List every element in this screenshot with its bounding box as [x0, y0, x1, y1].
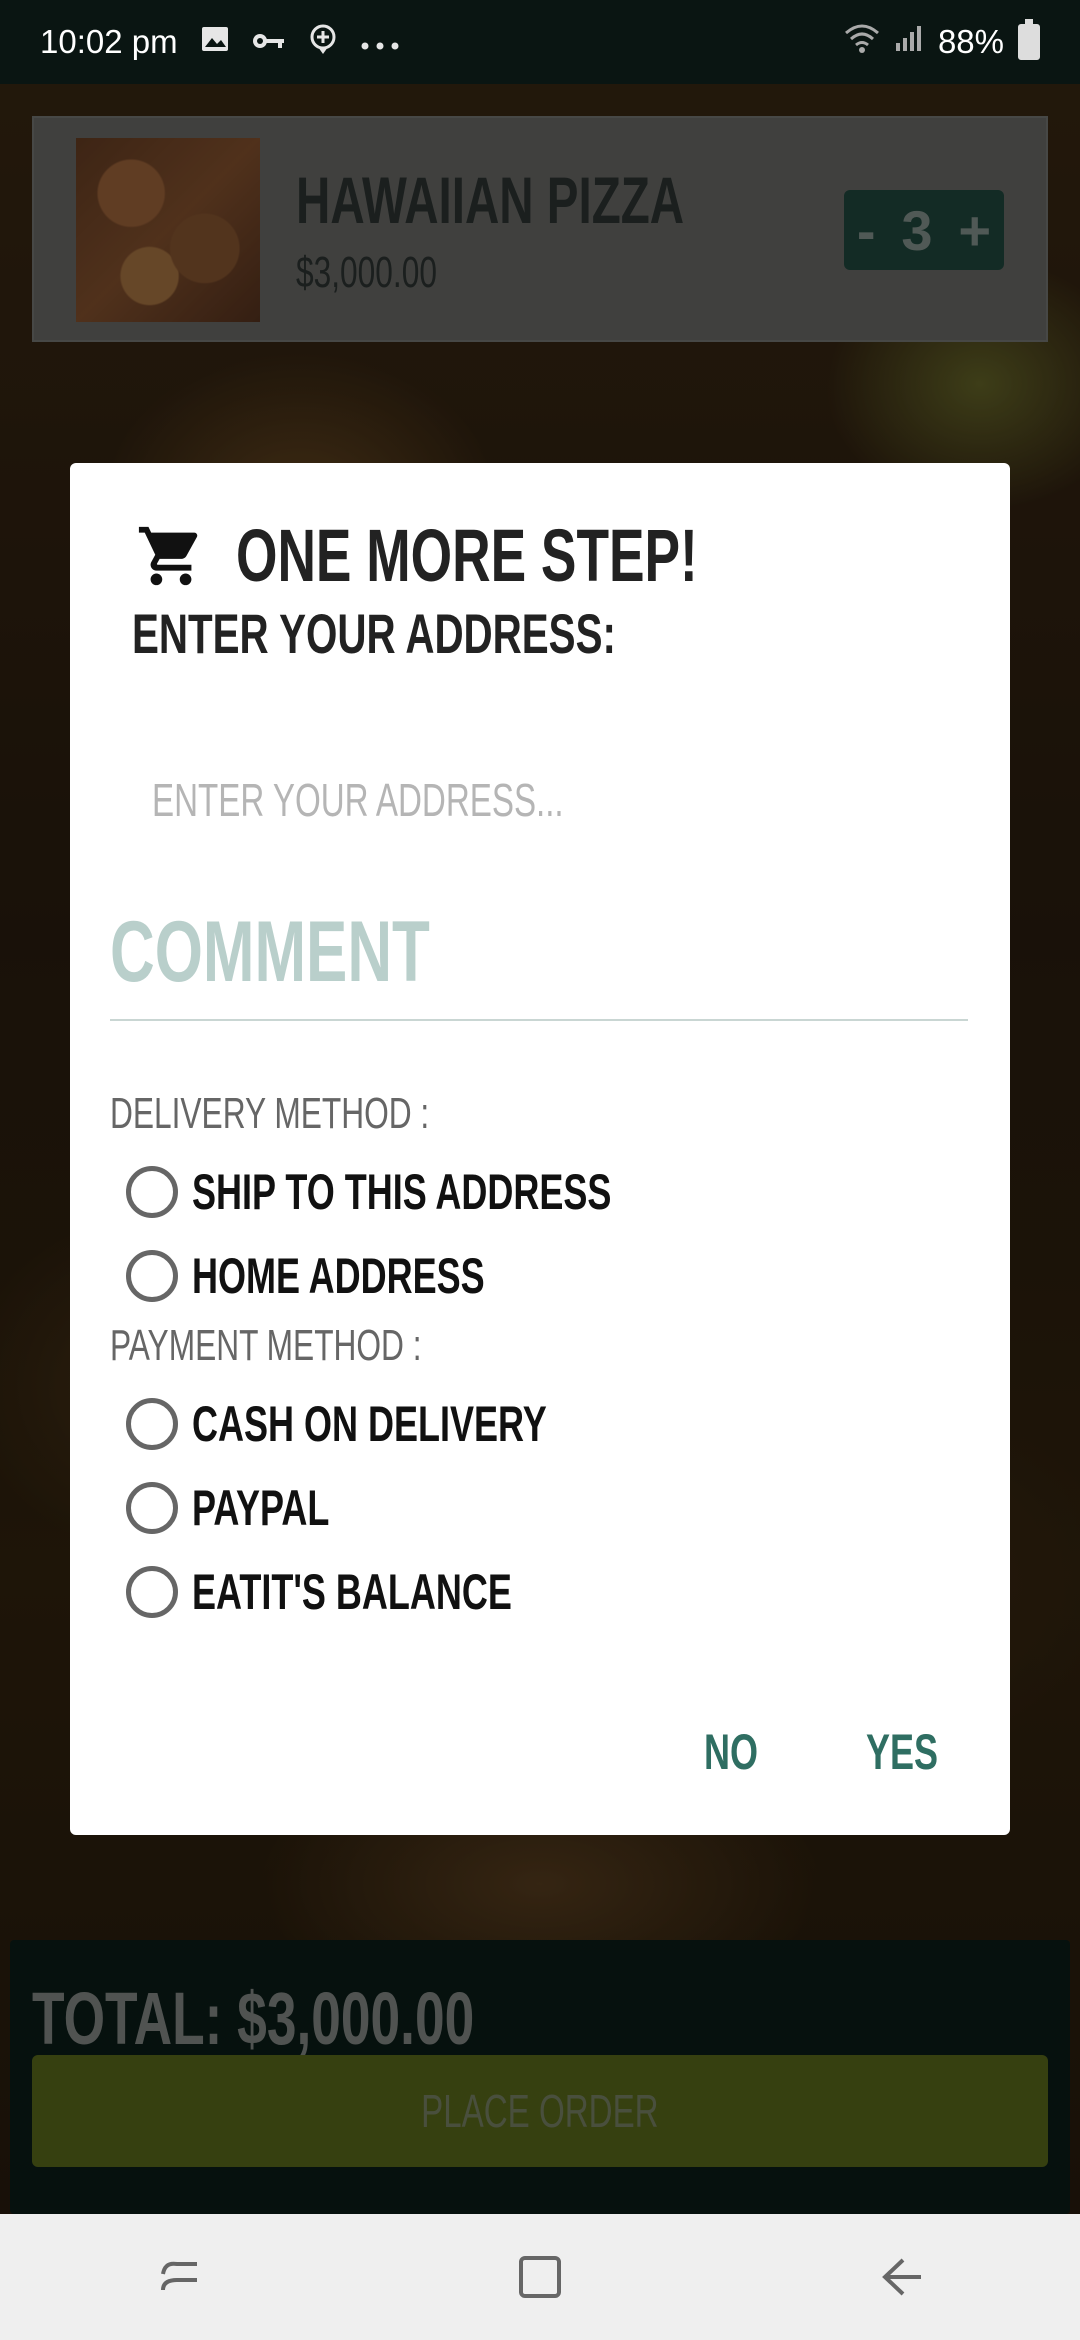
battery-percent: 88% — [937, 23, 1004, 60]
battery-icon — [1018, 19, 1040, 60]
radio-home-address[interactable]: HOME ADDRESS — [126, 1247, 599, 1305]
recents-icon[interactable] — [150, 2247, 210, 2307]
more-dots-icon — [360, 26, 400, 58]
wifi-icon — [844, 23, 880, 61]
no-button[interactable]: NO — [704, 1723, 758, 1781]
radio-ship-to-this-address[interactable]: SHIP TO THIS ADDRESS — [126, 1163, 775, 1221]
radio-eatits-balance[interactable]: EATIT'S BALANCE — [126, 1563, 636, 1621]
image-icon — [200, 25, 230, 60]
radio-paypal[interactable]: PAYPAL — [126, 1479, 383, 1537]
radio-button[interactable] — [126, 1398, 178, 1450]
cart-icon — [136, 521, 206, 591]
status-bar: 10:02 pm 88% — [0, 0, 1080, 84]
radio-button[interactable] — [126, 1250, 178, 1302]
radio-label: PAYPAL — [192, 1480, 330, 1536]
delivery-method-label: DELIVERY METHOD : — [110, 1089, 430, 1138]
address-input[interactable] — [132, 763, 932, 843]
dialog-title: ONE MORE STEP! — [236, 514, 698, 597]
comment-field-label[interactable]: COMMENT — [110, 903, 430, 1002]
key-icon — [252, 26, 286, 58]
status-time: 10:02 pm — [40, 23, 178, 60]
radio-button[interactable] — [126, 1166, 178, 1218]
radio-button[interactable] — [126, 1566, 178, 1618]
location-plus-icon — [308, 23, 338, 62]
radio-label: HOME ADDRESS — [192, 1248, 485, 1304]
back-icon[interactable] — [870, 2247, 930, 2307]
signal-icon — [894, 23, 924, 61]
radio-label: CASH ON DELIVERY — [192, 1396, 547, 1452]
home-icon[interactable] — [510, 2247, 570, 2307]
address-label: ENTER YOUR ADDRESS: — [132, 602, 616, 665]
comment-field-underline — [110, 1019, 968, 1021]
radio-cash-on-delivery[interactable]: CASH ON DELIVERY — [126, 1395, 685, 1453]
radio-label: EATIT'S BALANCE — [192, 1564, 512, 1620]
yes-button[interactable]: YES — [866, 1723, 938, 1781]
checkout-dialog: ONE MORE STEP! ENTER YOUR ADDRESS: ENTER… — [70, 463, 1010, 1835]
payment-method-label: PAYMENT METHOD : — [110, 1321, 422, 1370]
system-navigation-bar — [0, 2214, 1080, 2340]
radio-label: SHIP TO THIS ADDRESS — [192, 1164, 612, 1220]
radio-button[interactable] — [126, 1482, 178, 1534]
